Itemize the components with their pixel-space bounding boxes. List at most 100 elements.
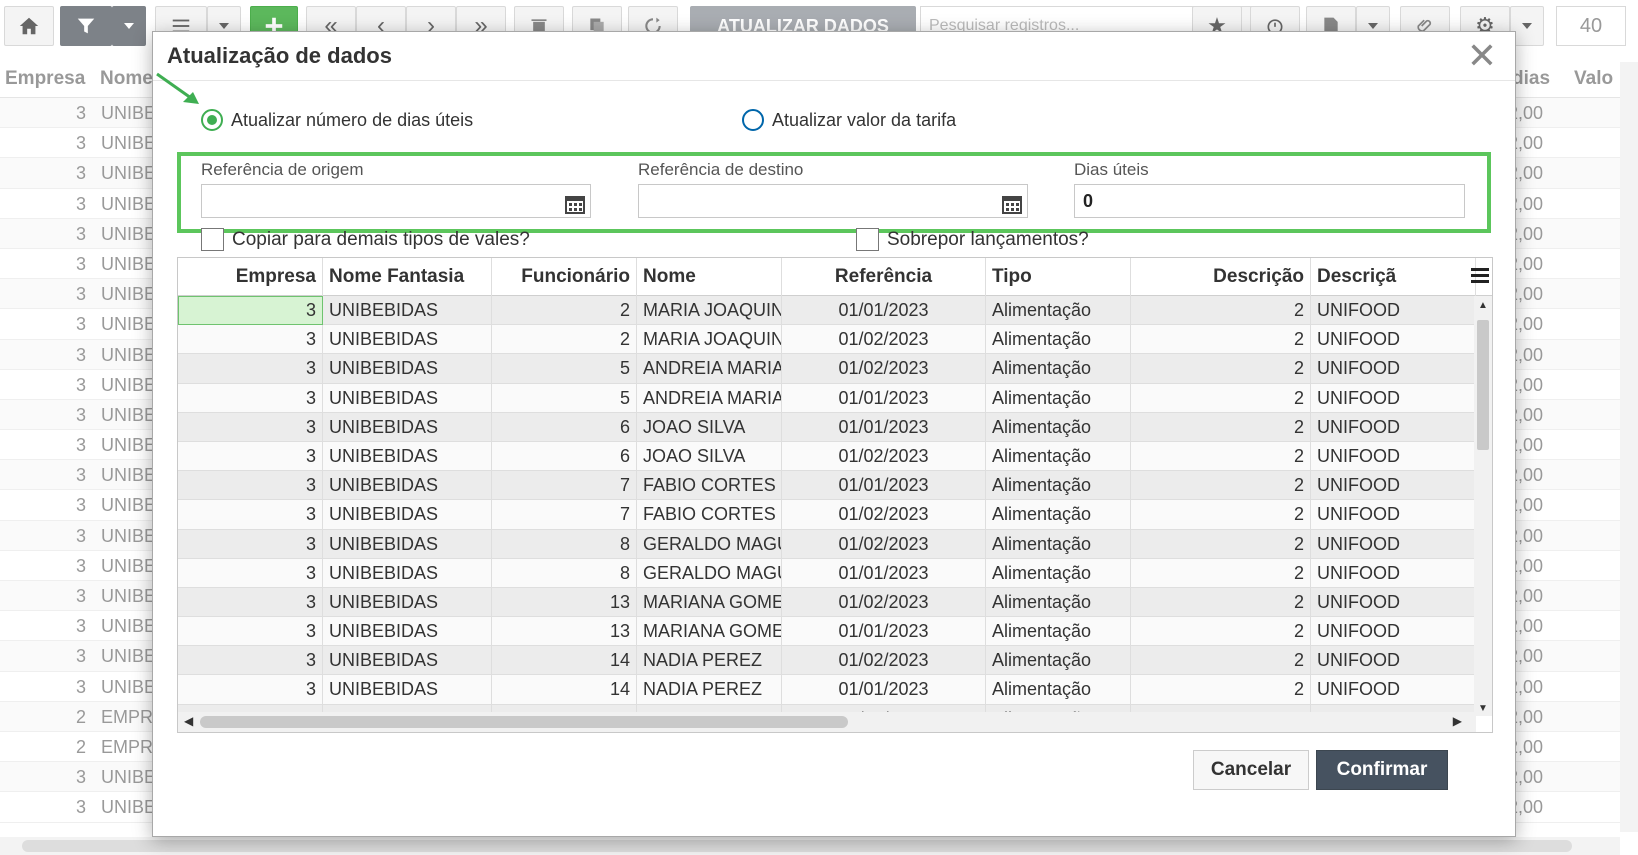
column-header[interactable]: Empresa (178, 258, 323, 296)
home-button[interactable] (4, 6, 54, 46)
table-cell[interactable]: 2 (1131, 354, 1311, 384)
table-cell[interactable]: Alimentação (986, 529, 1131, 559)
column-header[interactable]: Descrição (1131, 258, 1311, 296)
table-cell[interactable]: Alimentação (986, 471, 1131, 501)
table-cell[interactable]: Alimentação (986, 587, 1131, 617)
table-cell[interactable]: UNIBEBIDAS (323, 646, 492, 676)
bg-col-dias[interactable]: dias (1512, 68, 1550, 90)
table-cell[interactable]: 3 (178, 646, 323, 676)
table-cell[interactable]: 2 (1131, 325, 1311, 355)
filter-dropdown-button[interactable] (112, 6, 146, 46)
table-cell[interactable]: 01/01/2023 (782, 412, 986, 442)
table-cell[interactable]: 3 (178, 412, 323, 442)
table-cell[interactable]: 3 (178, 325, 323, 355)
records-per-page[interactable]: 40 (1556, 6, 1626, 46)
table-cell[interactable]: 2 (1131, 412, 1311, 442)
table-cell[interactable]: Alimentação (986, 558, 1131, 588)
table-cell[interactable]: MARIA JOAQUIN (637, 325, 782, 355)
table-cell[interactable]: 8 (492, 558, 637, 588)
column-header[interactable]: Nome (637, 258, 782, 296)
table-cell[interactable]: 2 (1131, 529, 1311, 559)
table-cell[interactable]: UNIFOOD (1311, 529, 1476, 559)
table-cell[interactable]: 14 (492, 646, 637, 676)
table-cell[interactable]: UNIFOOD (1311, 500, 1476, 530)
table-cell[interactable]: FABIO CORTES (637, 500, 782, 530)
table-cell[interactable]: 2 (1131, 617, 1311, 647)
table-row[interactable]: 3 UNIBEBIDAS 14 NADIA PEREZ 01/01/2023 Alimen… (178, 675, 1476, 705)
background-horizontal-scrollbar[interactable] (0, 837, 1620, 855)
table-cell[interactable]: Alimentação (986, 500, 1131, 530)
table-cell[interactable]: 3 (178, 471, 323, 501)
copy-other-voucher-types-checkbox[interactable]: Copiar para demais tipos de vales? (201, 228, 530, 251)
table-cell[interactable]: 7 (492, 500, 637, 530)
table-row[interactable]: 3 UNIBEBIDAS 5 ANDREIA MARIA 01/02/2023 Alime… (178, 354, 1476, 384)
table-cell[interactable]: 01/01/2023 (782, 471, 986, 501)
table-row[interactable]: 3 UNIBEBIDAS 8 GERALDO MAGU 01/02/2023 Alimen… (178, 529, 1476, 559)
table-row[interactable]: 3 UNIBEBIDAS 7 FABIO CORTES 01/01/2023 Alimen… (178, 471, 1476, 501)
table-cell[interactable]: 2 (1131, 296, 1311, 325)
table-cell[interactable]: ANDREIA MARIA (637, 383, 782, 413)
table-cell[interactable]: 2 (1131, 471, 1311, 501)
table-cell[interactable]: 3 (178, 383, 323, 413)
table-cell[interactable]: 13 (492, 587, 637, 617)
table-cell[interactable]: UNIFOOD (1311, 325, 1476, 355)
table-cell[interactable]: Alimentação (986, 296, 1131, 325)
table-cell[interactable]: 01/02/2023 (782, 441, 986, 471)
table-cell[interactable]: 5 (492, 354, 637, 384)
table-cell[interactable]: GERALDO MAGU (637, 558, 782, 588)
table-cell[interactable]: Alimentação (986, 325, 1131, 355)
grid-vertical-scrollbar[interactable]: ▲ ▼ (1474, 296, 1492, 716)
table-row[interactable]: 3 UNIBEBIDAS 14 NADIA PEREZ 01/02/2023 Alimen… (178, 646, 1476, 676)
table-cell[interactable]: Alimentação (986, 617, 1131, 647)
table-cell[interactable]: 01/02/2023 (782, 500, 986, 530)
table-cell[interactable]: UNIFOOD (1311, 412, 1476, 442)
overwrite-entries-checkbox[interactable]: Sobrepor lançamentos? (856, 228, 1089, 251)
table-cell[interactable]: UNIBEBIDAS (323, 500, 492, 530)
table-cell[interactable]: 3 (178, 296, 323, 325)
table-cell[interactable]: 2 (1131, 500, 1311, 530)
table-cell[interactable]: NADIA PEREZ (637, 646, 782, 676)
table-cell[interactable]: 2 (1131, 558, 1311, 588)
table-cell[interactable]: 2 (1131, 587, 1311, 617)
table-cell[interactable]: JOAO SILVA (637, 412, 782, 442)
table-cell[interactable]: UNIBEBIDAS (323, 296, 492, 325)
table-cell[interactable]: UNIFOOD (1311, 558, 1476, 588)
scroll-down-icon[interactable]: ▼ (1478, 703, 1488, 714)
table-cell[interactable]: 2 (1131, 646, 1311, 676)
table-cell[interactable]: 3 (178, 354, 323, 384)
table-row[interactable]: 3 UNIBEBIDAS 2 MARIA JOAQUIN 01/01/2023 Alime… (178, 296, 1476, 326)
table-cell[interactable]: UNIFOOD (1311, 296, 1476, 325)
table-cell[interactable]: UNIFOOD (1311, 354, 1476, 384)
checkbox-unchecked-icon[interactable] (201, 228, 224, 251)
table-cell[interactable]: MARIANA GOME (637, 617, 782, 647)
table-cell[interactable]: 3 (178, 500, 323, 530)
table-cell[interactable]: 2 (1131, 441, 1311, 471)
table-cell[interactable]: 3 (178, 529, 323, 559)
table-cell[interactable]: UNIBEBIDAS (323, 558, 492, 588)
calendar-icon[interactable] (565, 194, 585, 214)
bg-col-valor[interactable]: Valo (1574, 68, 1613, 90)
table-cell[interactable]: 14 (492, 675, 637, 705)
table-cell[interactable]: 2 (1131, 675, 1311, 705)
table-cell[interactable]: Alimentação (986, 412, 1131, 442)
table-cell[interactable]: UNIBEBIDAS (323, 325, 492, 355)
radio-unselected-icon[interactable] (742, 109, 764, 131)
table-cell[interactable]: Alimentação (986, 441, 1131, 471)
table-cell[interactable]: UNIFOOD (1311, 617, 1476, 647)
table-cell[interactable]: GERALDO MAGU (637, 529, 782, 559)
origin-reference-input[interactable] (201, 184, 591, 218)
column-header[interactable]: Tipo (986, 258, 1131, 296)
table-cell[interactable]: 13 (492, 617, 637, 647)
table-cell[interactable]: UNIBEBIDAS (323, 675, 492, 705)
table-cell[interactable]: 01/01/2023 (782, 558, 986, 588)
calendar-icon[interactable] (1002, 194, 1022, 214)
table-cell[interactable]: UNIBEBIDAS (323, 412, 492, 442)
table-cell[interactable]: MARIA JOAQUIN (637, 296, 782, 325)
table-row[interactable]: 3 UNIBEBIDAS 13 MARIANA GOME 01/02/2023 Alime… (178, 587, 1476, 618)
table-cell[interactable]: FABIO CORTES (637, 471, 782, 501)
checkbox-unchecked-icon[interactable] (856, 228, 879, 251)
table-cell[interactable]: UNIBEBIDAS (323, 529, 492, 559)
column-header[interactable]: Funcionário (492, 258, 637, 296)
table-cell[interactable]: UNIFOOD (1311, 646, 1476, 676)
bg-col-empresa[interactable]: Empresa (5, 68, 85, 90)
